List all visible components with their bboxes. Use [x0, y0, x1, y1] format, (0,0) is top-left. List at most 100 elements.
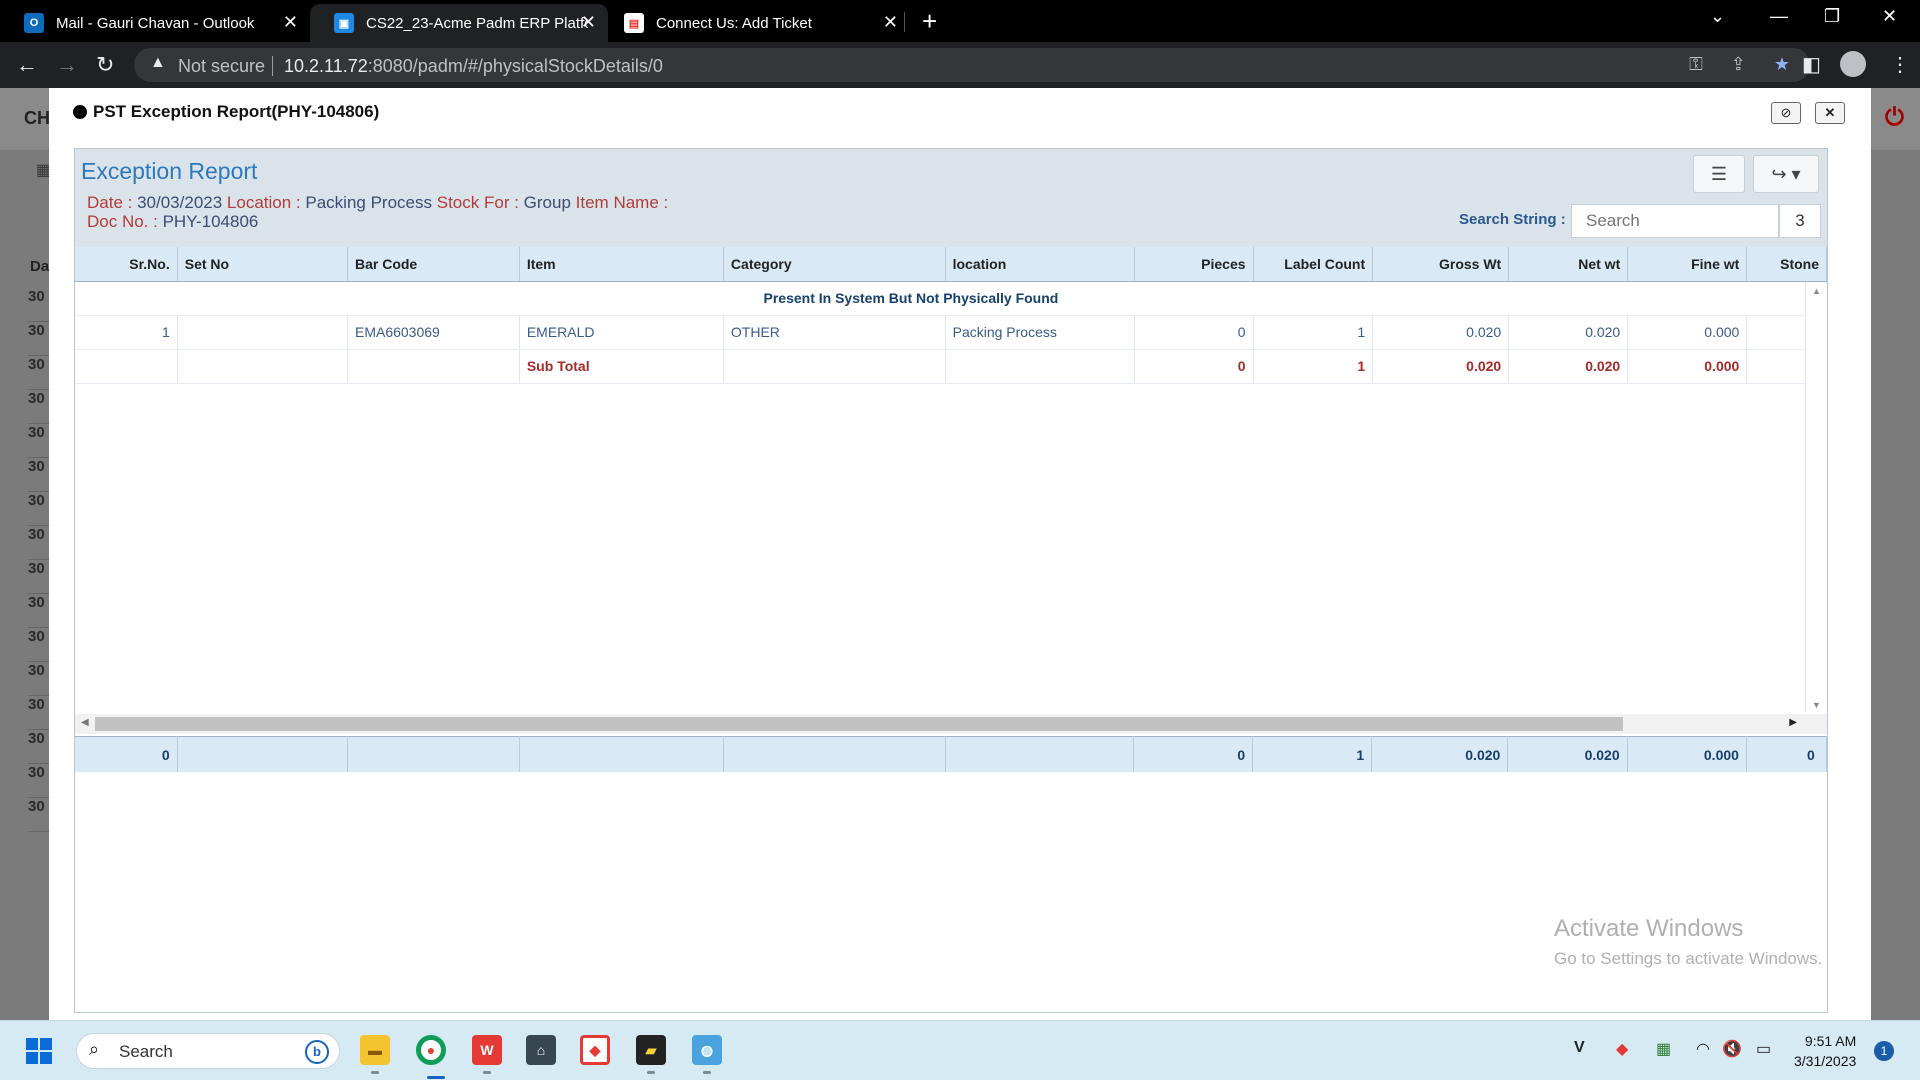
- close-tab-icon[interactable]: ✕: [283, 12, 298, 33]
- filter-settings-button[interactable]: ☰: [1693, 155, 1745, 193]
- list-item: 30: [28, 662, 50, 696]
- doc-label: Doc No. :: [87, 212, 158, 231]
- bookmark-star-icon[interactable]: ★: [1774, 54, 1790, 75]
- footer-pieces: 0: [1133, 736, 1254, 772]
- vim-tray-icon[interactable]: V: [1574, 1039, 1585, 1057]
- browser-toolbar: ← → ↻ ▲ Not secure 10.2.11.72:8080/padm/…: [0, 42, 1920, 88]
- notification-badge[interactable]: 1: [1874, 1041, 1894, 1061]
- power-icon[interactable]: ⏻: [1885, 104, 1904, 132]
- col-header-bar-code[interactable]: Bar Code: [347, 247, 520, 282]
- col-header-location[interactable]: location: [945, 247, 1135, 282]
- col-header-set-no[interactable]: Set No: [177, 247, 348, 282]
- list-item: 30: [28, 424, 50, 458]
- subtotal-gross-wt: 0.020: [1372, 349, 1510, 384]
- report-title: Exception Report: [81, 158, 258, 184]
- cell-fine-wt: 0.000: [1627, 315, 1748, 350]
- globe-app-icon[interactable]: ◍: [692, 1035, 722, 1074]
- wifi-icon[interactable]: ◠: [1696, 1039, 1710, 1059]
- footer-label-count: 1: [1252, 736, 1373, 772]
- profile-avatar[interactable]: [1840, 51, 1866, 77]
- report-header: Exception Report Date : 30/03/2023 Locat…: [75, 149, 1827, 247]
- taskbar-search[interactable]: ⌕ Search b: [76, 1033, 340, 1069]
- restore-button[interactable]: ❐: [1824, 6, 1840, 27]
- table-cell: [347, 736, 520, 772]
- col-header-gross-wt[interactable]: Gross Wt: [1372, 247, 1510, 282]
- export-button[interactable]: ↪ ▾: [1753, 155, 1819, 193]
- chrome-icon[interactable]: ●: [416, 1035, 446, 1079]
- hide-icon[interactable]: ⊘: [1771, 102, 1801, 124]
- tab-title: CS22_23-Acme Padm ERP Platfor: [366, 14, 588, 32]
- subtotal-fine-wt: 0.000: [1627, 349, 1748, 384]
- forward-icon[interactable]: →: [56, 52, 78, 78]
- address-bar[interactable]: ▲ Not secure 10.2.11.72:8080/padm/#/phys…: [134, 48, 1810, 82]
- warning-icon: ▲: [150, 54, 166, 71]
- tab-separator: [904, 12, 905, 32]
- clock-date: 3/31/2023: [1794, 1053, 1857, 1069]
- close-tab-icon[interactable]: ✕: [581, 12, 596, 33]
- scroll-down-icon[interactable]: ▼: [1812, 700, 1821, 710]
- col-header-category[interactable]: Category: [723, 247, 946, 282]
- search-input[interactable]: [1571, 204, 1779, 238]
- side-panel-icon[interactable]: ◧: [1802, 52, 1821, 77]
- reload-icon[interactable]: ↻: [96, 52, 114, 78]
- address-separator: [272, 56, 273, 76]
- battery-icon[interactable]: ▭: [1756, 1039, 1771, 1059]
- scroll-up-icon[interactable]: ▲: [1812, 286, 1821, 296]
- col-header-fine-wt[interactable]: Fine wt: [1627, 247, 1748, 282]
- minimize-button[interactable]: —: [1770, 6, 1788, 27]
- horizontal-scroll-thumb[interactable]: [95, 717, 1623, 731]
- horizontal-scrollbar[interactable]: ◀ ▶: [75, 714, 1827, 734]
- footer-gross-wt: 0.020: [1371, 736, 1509, 772]
- back-icon[interactable]: ←: [16, 52, 38, 78]
- taskbar-clock[interactable]: 9:51 AM 3/31/2023: [1794, 1031, 1856, 1071]
- tab-erp[interactable]: ▣ CS22_23-Acme Padm ERP Platfor ✕: [310, 4, 608, 42]
- close-modal-button[interactable]: ✕: [1815, 102, 1845, 124]
- list-item: 30: [28, 458, 50, 492]
- browser-menu-icon[interactable]: ⋮: [1890, 52, 1910, 77]
- anydesk-tray-icon[interactable]: ◆: [1616, 1039, 1628, 1059]
- tab-outlook[interactable]: O Mail - Gauri Chavan - Outlook ✕: [0, 4, 310, 42]
- start-button[interactable]: [26, 1038, 52, 1064]
- list-item: 30: [28, 288, 50, 322]
- exception-report-panel: Exception Report Date : 30/03/2023 Locat…: [74, 148, 1828, 1013]
- close-tab-icon[interactable]: ✕: [883, 12, 898, 33]
- subtotal-row: Sub Total 0 1 0.020 0.020 0.000: [75, 349, 1827, 384]
- list-item: 30: [28, 798, 50, 832]
- vertical-scrollbar[interactable]: ▲ ▼: [1805, 282, 1827, 712]
- table-row[interactable]: 1 EMA6603069 EMERALD OTHER Packing Proce…: [75, 315, 1827, 350]
- volume-muted-icon[interactable]: 🔇: [1722, 1039, 1742, 1059]
- sticky-notes-icon[interactable]: ▰: [636, 1035, 666, 1074]
- anydesk-icon[interactable]: ◆: [580, 1035, 610, 1065]
- file-explorer-icon[interactable]: ▬: [360, 1035, 390, 1074]
- col-header-sr-no[interactable]: Sr.No.: [75, 247, 178, 282]
- exception-report-modal: PST Exception Report(PHY-104806) ⊘ ✕ Exc…: [49, 88, 1871, 1020]
- bing-icon[interactable]: b: [305, 1040, 329, 1064]
- table-cell: [177, 349, 348, 384]
- col-header-pieces[interactable]: Pieces: [1134, 247, 1254, 282]
- new-tab-button[interactable]: +: [922, 6, 937, 37]
- cell-location: Packing Process: [945, 315, 1135, 350]
- table-cell: [75, 349, 178, 384]
- list-item: 30: [28, 526, 50, 560]
- report-meta: Date : 30/03/2023 Location : Packing Pro…: [87, 193, 668, 231]
- wps-office-icon[interactable]: W: [472, 1035, 502, 1074]
- scroll-left-icon[interactable]: ◀: [81, 717, 89, 728]
- clock-time: 9:51 AM: [1804, 1033, 1857, 1049]
- network-app-icon[interactable]: ⌂: [526, 1035, 556, 1065]
- tab-ticket[interactable]: ▤ Connect Us: Add Ticket ✕: [600, 4, 910, 42]
- cell-net-wt: 0.020: [1508, 315, 1629, 350]
- col-header-item[interactable]: Item: [519, 247, 724, 282]
- col-header-stone[interactable]: Stone: [1746, 247, 1827, 282]
- tab-search-icon[interactable]: ⌄: [1710, 6, 1725, 27]
- key-icon[interactable]: ⚿: [1689, 54, 1703, 75]
- col-header-label-count[interactable]: Label Count: [1253, 247, 1374, 282]
- close-window-button[interactable]: ✕: [1882, 6, 1897, 27]
- watermark-title: Activate Windows: [1554, 915, 1744, 942]
- list-item: 30: [28, 730, 50, 764]
- ticket-icon: ▤: [624, 13, 644, 33]
- list-item: 30: [28, 560, 50, 594]
- excel-tray-icon[interactable]: ▦: [1656, 1039, 1671, 1059]
- scroll-right-icon[interactable]: ▶: [1789, 717, 1797, 728]
- share-icon[interactable]: ⇪: [1731, 54, 1746, 75]
- col-header-net-wt[interactable]: Net wt: [1508, 247, 1629, 282]
